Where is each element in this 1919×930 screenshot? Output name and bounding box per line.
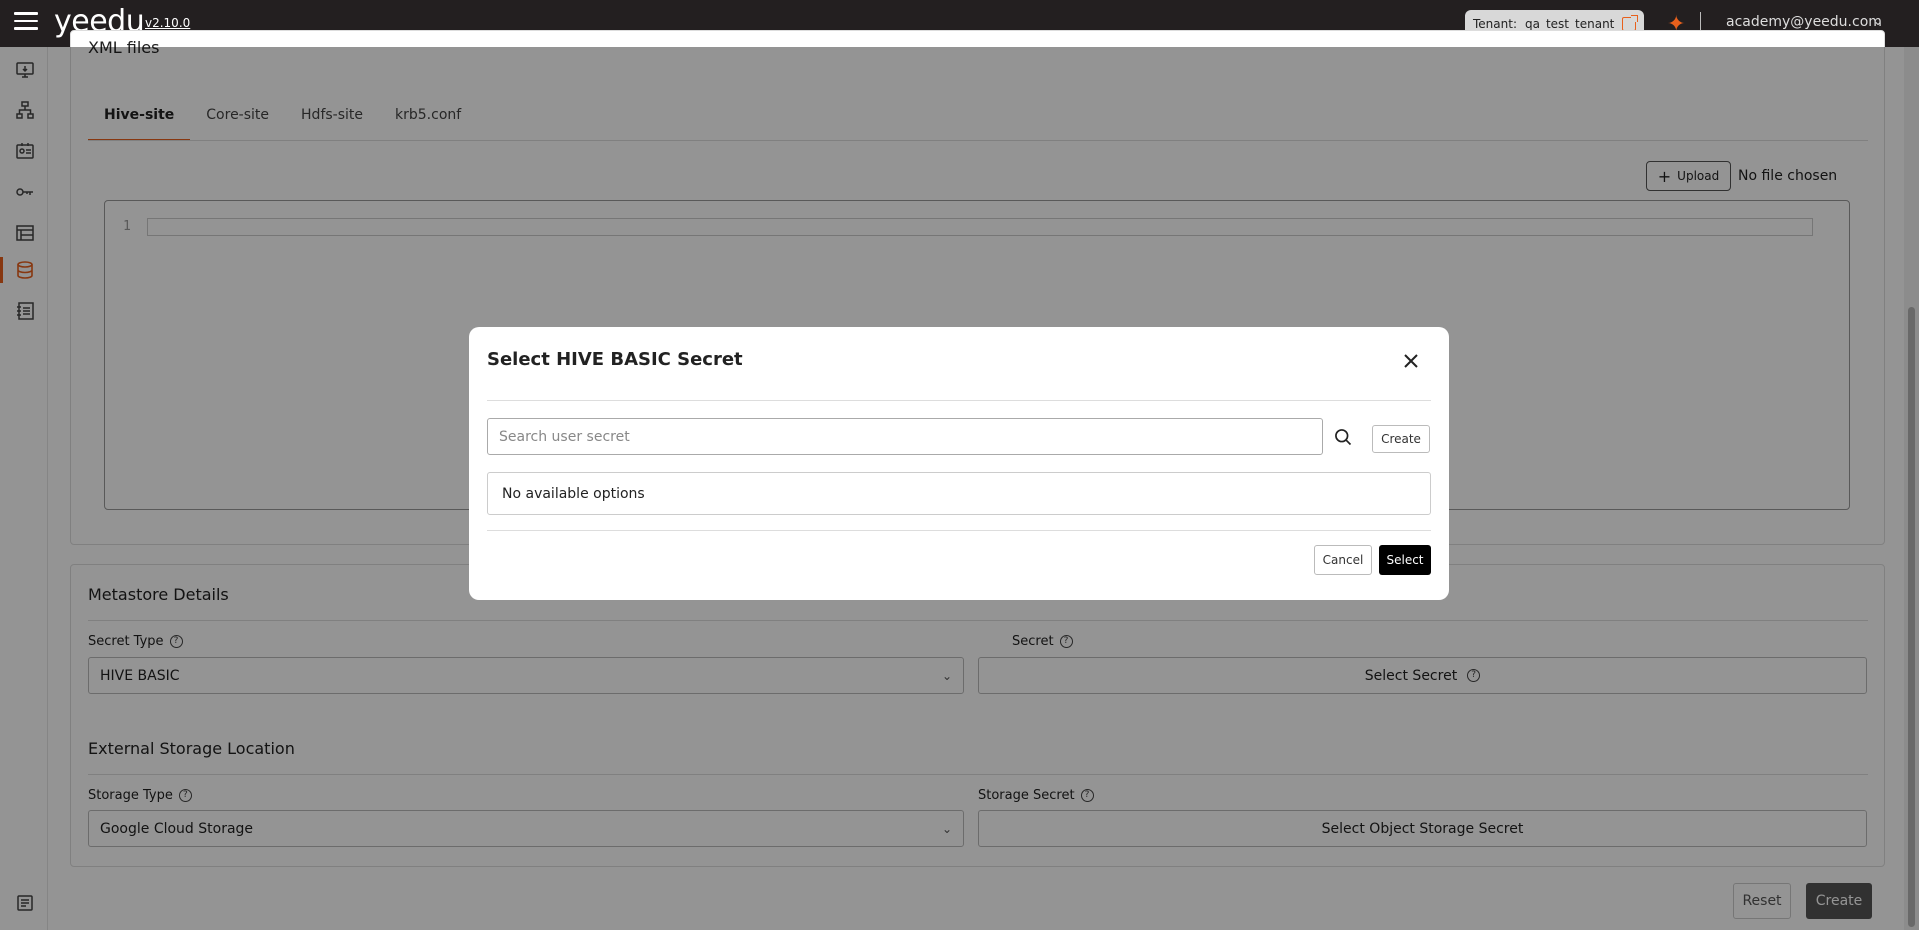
search-input[interactable] [487, 418, 1323, 455]
select-secret-modal: Select HIVE BASIC Secret Create No avail… [469, 327, 1449, 600]
version-link[interactable]: v2.10.0 [145, 16, 190, 30]
modal-divider [487, 400, 1431, 401]
hamburger-menu-icon[interactable] [14, 12, 38, 32]
options-list: No available options [487, 472, 1431, 515]
modal-title: Select HIVE BASIC Secret [487, 349, 743, 370]
cancel-button[interactable]: Cancel [1314, 545, 1372, 575]
external-link-icon[interactable] [1622, 14, 1638, 31]
divider [1700, 12, 1701, 32]
select-button[interactable]: Select [1379, 545, 1431, 575]
empty-options-message: No available options [502, 485, 645, 502]
create-secret-button[interactable]: Create [1372, 425, 1430, 453]
chevron-down-icon[interactable]: ⌄ [1873, 14, 1883, 28]
user-email[interactable]: academy@yeedu.com [1726, 14, 1882, 30]
modal-divider [487, 530, 1431, 531]
tenant-name: qa_test_tenant [1525, 16, 1615, 31]
close-icon[interactable] [1399, 349, 1423, 373]
tenant-label: Tenant: [1473, 16, 1517, 31]
search-icon[interactable] [1325, 418, 1361, 455]
